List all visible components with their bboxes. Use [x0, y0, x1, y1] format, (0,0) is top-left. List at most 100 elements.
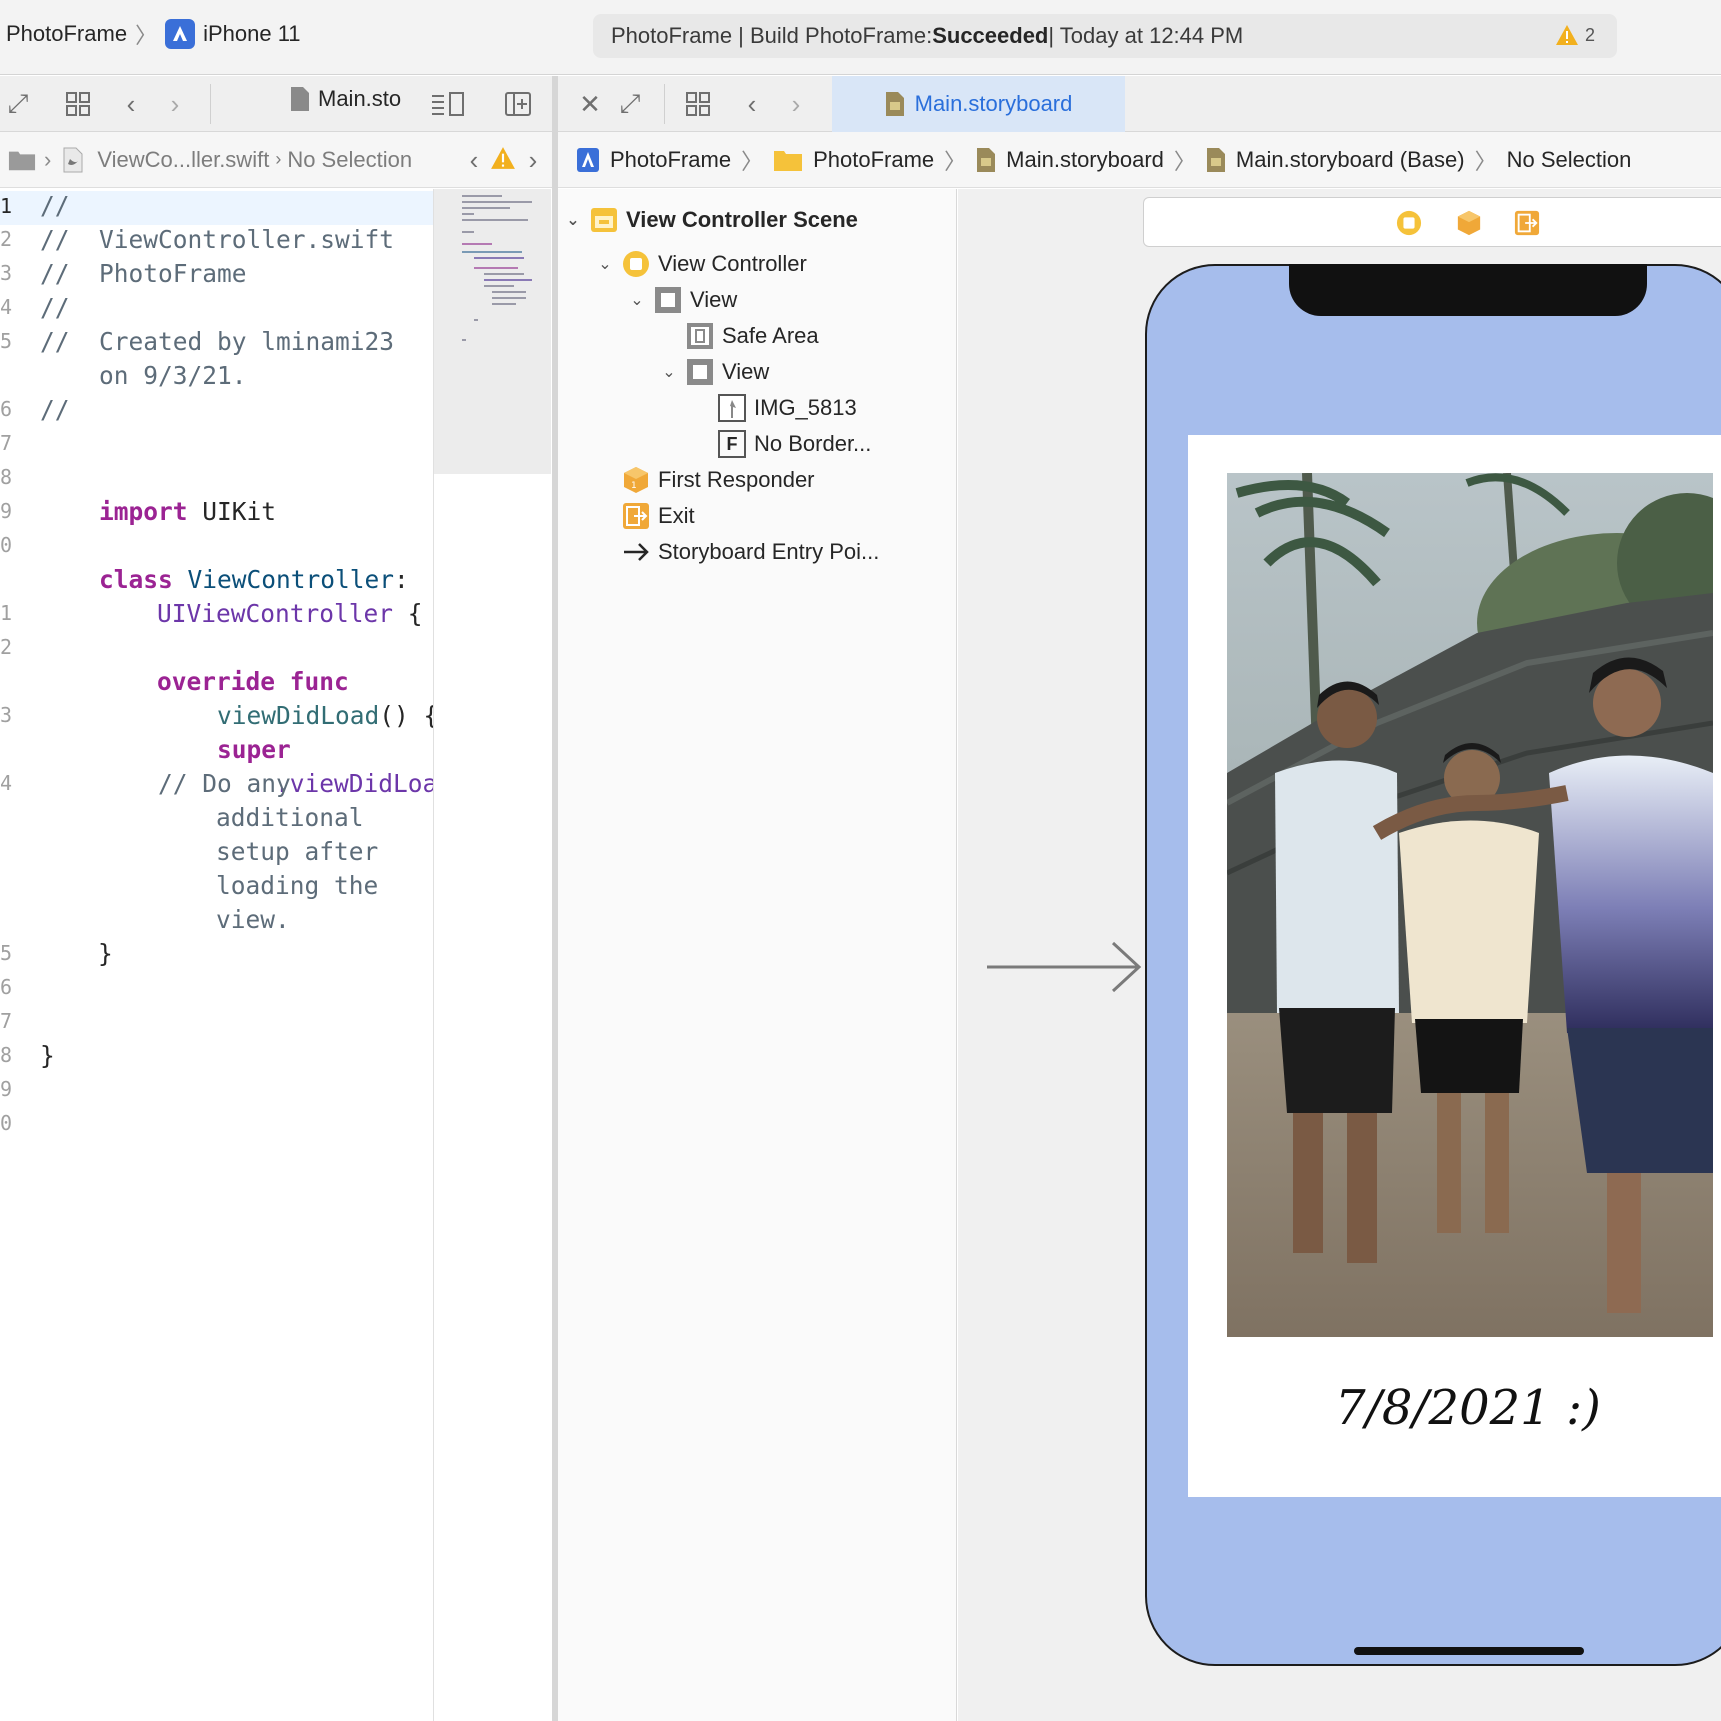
first-responder-icon: 1 [622, 466, 650, 494]
back-icon[interactable]: ‹ [734, 86, 770, 122]
related-items-icon[interactable] [60, 86, 96, 122]
jump-item-file[interactable]: Main.storyboard [976, 147, 1164, 173]
jump-file-name[interactable]: ViewCo...ller.swift [97, 147, 269, 173]
view-controller-icon [622, 250, 650, 278]
expand-icon[interactable]: ⤢ [0, 86, 36, 122]
first-responder-icon[interactable] [1456, 210, 1482, 241]
label-icon: F [718, 430, 746, 458]
jump-item-group[interactable]: PhotoFrame [773, 147, 934, 173]
outline-item-exit[interactable]: Exit [622, 499, 695, 533]
jump-selection[interactable]: No Selection [287, 147, 412, 173]
warning-icon[interactable] [490, 146, 516, 176]
date-label[interactable]: 7/8/2021 :) [1188, 1380, 1721, 1460]
outline-label: Storyboard Entry Poi... [658, 539, 880, 564]
exit-icon[interactable] [1514, 210, 1540, 241]
app-icon [577, 147, 599, 172]
scheme-device-label: iPhone 11 [203, 21, 301, 46]
folder-icon[interactable] [8, 146, 36, 174]
jump-item-selection[interactable]: No Selection [1507, 147, 1632, 173]
outline-item-safe-area[interactable]: Safe Area [686, 319, 819, 353]
chevron-right-icon: 〉 [1474, 148, 1497, 174]
close-icon[interactable]: ✕ [572, 86, 608, 122]
left-tab-title: Main.sto [318, 86, 402, 111]
outline-item-label[interactable]: F No Border... [718, 427, 871, 461]
scene-icon [590, 206, 618, 234]
outline-label: View Controller [658, 251, 807, 276]
outline-item-scene[interactable]: ⌄ View Controller Scene [564, 203, 858, 237]
outline-item-image-view[interactable]: IMG_5813 [718, 391, 857, 425]
jump-item-label: Main.storyboard [1006, 146, 1164, 172]
view-controller-icon[interactable] [1396, 210, 1422, 241]
chevron-down-icon[interactable]: ⌄ [596, 254, 614, 274]
storyboard-file-icon [885, 92, 904, 116]
line-number: 8 [0, 1043, 13, 1067]
keyword: import [99, 497, 188, 526]
expand-icon[interactable]: ⤢ [612, 86, 648, 122]
photo-image-view[interactable] [1227, 473, 1713, 1337]
tab-main-storyboard[interactable]: Main.storyboard [832, 76, 1125, 132]
code-editor[interactable]: 1 2 3 4 5 6 7 8 9 0 1 2 3 4 5 6 7 8 9 0 … [0, 189, 482, 1721]
outline-label: View [690, 287, 738, 312]
minimap-line [462, 231, 474, 233]
document-outline: ⌄ View Controller Scene ⌄ View Controlle… [558, 189, 957, 1721]
minimap-line [462, 339, 466, 341]
safe-area-icon [686, 322, 714, 350]
code-line: } [40, 1041, 55, 1070]
scheme-project-label: PhotoFrame [6, 21, 128, 46]
chevron-down-icon[interactable]: ⌄ [628, 290, 646, 310]
line-number: 1 [0, 194, 13, 218]
line-number: 6 [0, 975, 13, 999]
line-number: 0 [0, 1111, 13, 1135]
minimap-line [484, 273, 524, 275]
minimap-line [462, 207, 510, 209]
add-editor-icon[interactable] [500, 86, 536, 122]
back-icon[interactable]: ‹ [113, 86, 149, 122]
swift-file-icon [59, 146, 87, 174]
warning-badge[interactable]: 2 [1555, 24, 1595, 46]
previous-issue-icon[interactable]: ‹ [456, 142, 492, 178]
line-number: 2 [0, 227, 13, 251]
tab-main-storyboard-left[interactable]: Main.sto [290, 86, 401, 112]
code-line: // ViewController.swift [40, 225, 395, 254]
chevron-right-icon: › [275, 149, 282, 169]
view-icon [654, 286, 682, 314]
jump-item-label: PhotoFrame [813, 146, 935, 172]
editor-options-icon[interactable] [430, 86, 466, 122]
forward-icon[interactable]: › [778, 86, 814, 122]
outline-label: No Border... [754, 431, 872, 456]
scheme-selector[interactable]: PhotoFrame 〉 iPhone 11 [6, 18, 301, 50]
minimap-empty-area [433, 474, 551, 1721]
jump-item-localization[interactable]: Main.storyboard (Base) [1206, 147, 1465, 173]
jump-item-project[interactable]: PhotoFrame [576, 147, 731, 173]
outline-label: Exit [658, 503, 695, 528]
code-line: setup after [216, 837, 379, 866]
minimap-line [484, 279, 532, 281]
related-items-icon[interactable] [680, 86, 716, 122]
chevron-down-icon[interactable]: ⌄ [564, 210, 582, 230]
module-name: UIKit [187, 497, 277, 526]
jump-item-label: PhotoFrame [610, 146, 732, 172]
outline-item-first-responder[interactable]: 1 First Responder [622, 463, 815, 497]
minimap-line [492, 303, 516, 305]
line-number: 9 [0, 1077, 13, 1101]
method-call: .viewDidLoad [275, 769, 453, 798]
outline-item-view-controller[interactable]: ⌄ View Controller [596, 247, 807, 281]
activity-view[interactable]: PhotoFrame | Build PhotoFrame: Succeeded… [593, 14, 1617, 58]
forward-icon[interactable]: › [157, 86, 193, 122]
outline-item-entry-point[interactable]: Storyboard Entry Poi... [622, 535, 879, 569]
line-number: 3 [0, 703, 13, 727]
minimap[interactable] [433, 189, 551, 474]
outline-item-inner-view[interactable]: ⌄ View [660, 355, 769, 389]
chevron-down-icon[interactable]: ⌄ [660, 362, 678, 382]
outline-item-view[interactable]: ⌄ View [628, 283, 737, 317]
arrow-right-icon [622, 538, 650, 566]
entry-point-arrow[interactable] [985, 940, 1145, 994]
chevron-right-icon: 〉 [944, 148, 967, 174]
code-line: // [40, 293, 70, 322]
line-number: 5 [0, 329, 13, 353]
next-issue-icon[interactable]: › [515, 142, 551, 178]
line-number: 8 [0, 465, 13, 489]
right-tab-title: Main.storyboard [914, 91, 1073, 116]
beach-photo-image [1227, 473, 1713, 1337]
code-line: additional [216, 803, 364, 832]
